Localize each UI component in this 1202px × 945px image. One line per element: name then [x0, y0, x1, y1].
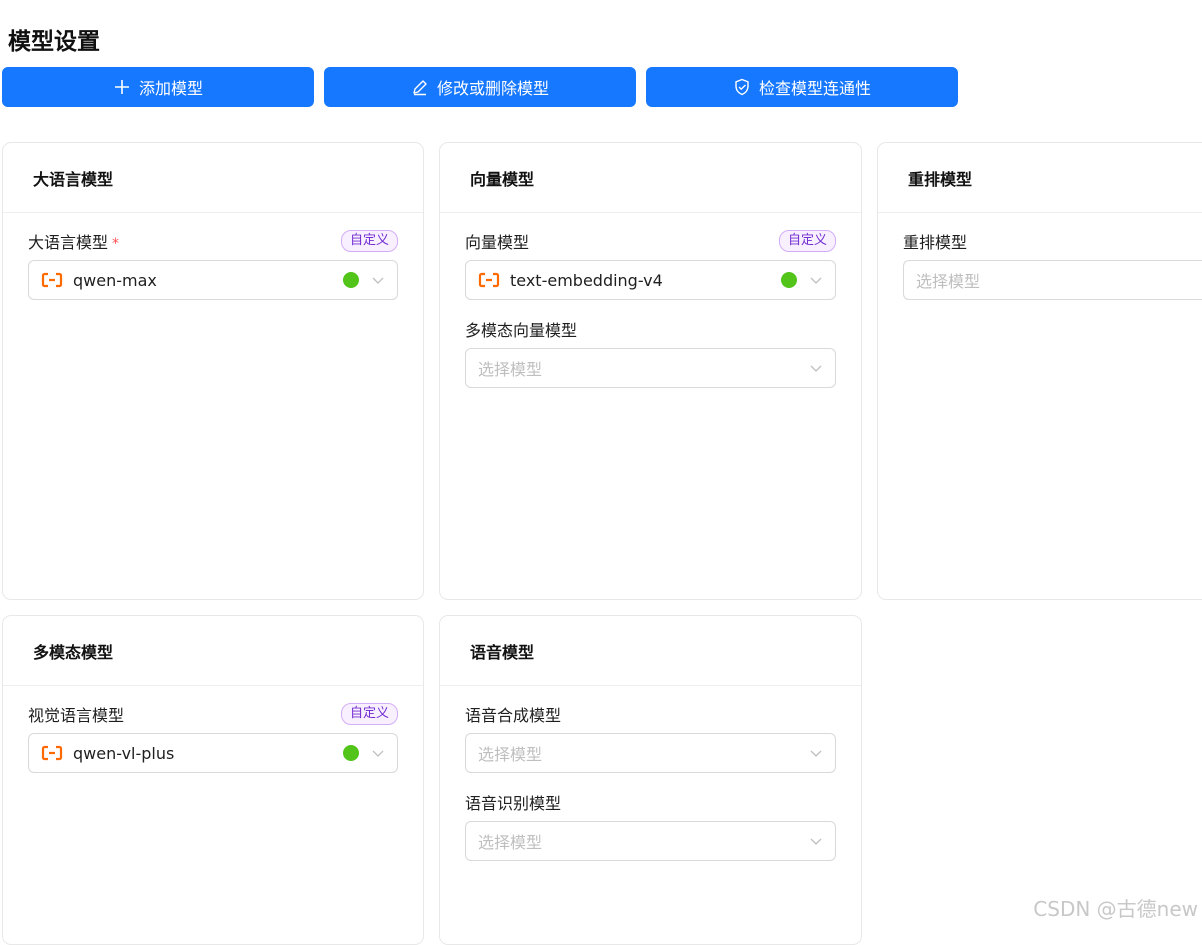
status-online-indicator [343, 272, 359, 288]
rerank-select[interactable]: 选择模型 [903, 260, 1202, 300]
chevron-down-icon [809, 746, 823, 760]
card-title: 语音模型 [440, 616, 861, 686]
aliyun-logo-icon [478, 272, 500, 288]
required-mark: * [112, 236, 120, 252]
custom-tag: 自定义 [340, 230, 398, 252]
selected-value: text-embedding-v4 [510, 270, 663, 290]
multimodal-embedding-select[interactable]: 选择模型 [465, 348, 836, 388]
embedding-select[interactable]: text-embedding-v4 [465, 260, 836, 300]
card-title: 多模态模型 [3, 616, 423, 686]
field-label: 大语言模型 * [28, 233, 120, 252]
llm-field: 大语言模型 * 自定义 qwen-max [28, 230, 398, 300]
field-label: 向量模型 [465, 233, 530, 252]
chevron-down-icon [371, 746, 385, 760]
card-title: 重排模型 [878, 143, 1202, 213]
embedding-field: 向量模型 自定义 text-embedding-v4 [465, 230, 836, 300]
chevron-down-icon [809, 273, 823, 287]
multimodal-embedding-field: 多模态向量模型 选择模型 [465, 318, 836, 388]
chevron-down-icon [809, 361, 823, 375]
plus-icon [113, 78, 131, 96]
vision-language-field: 视觉语言模型 自定义 qwen-vl-plus [28, 703, 398, 773]
rerank-field: 重排模型 选择模型 [903, 230, 1202, 300]
field-label: 多模态向量模型 [465, 321, 578, 340]
watermark: CSDN @古德new [1033, 897, 1198, 921]
aliyun-logo-icon [41, 745, 63, 761]
field-label: 视觉语言模型 [28, 706, 125, 725]
select-placeholder: 选择模型 [478, 745, 543, 764]
select-placeholder: 选择模型 [478, 360, 543, 379]
page-title: 模型设置 [8, 29, 100, 55]
card-title: 大语言模型 [3, 143, 423, 213]
edit-delete-model-button[interactable]: 修改或删除模型 [324, 67, 636, 107]
llm-select[interactable]: qwen-max [28, 260, 398, 300]
selected-value: qwen-max [73, 270, 157, 290]
vision-language-select[interactable]: qwen-vl-plus [28, 733, 398, 773]
status-online-indicator [343, 745, 359, 761]
speech-card: 语音模型 语音合成模型 选择模型 语音识别模型 选择模型 [439, 615, 862, 945]
asr-select[interactable]: 选择模型 [465, 821, 836, 861]
check-connectivity-button[interactable]: 检查模型连通性 [646, 67, 958, 107]
status-online-indicator [781, 272, 797, 288]
select-placeholder: 选择模型 [478, 833, 543, 852]
embedding-card: 向量模型 向量模型 自定义 text-embedding-v4 多模态向量模型 [439, 142, 862, 600]
chevron-down-icon [371, 273, 385, 287]
asr-field: 语音识别模型 选择模型 [465, 791, 836, 861]
card-title: 向量模型 [440, 143, 861, 213]
field-label: 语音识别模型 [465, 794, 562, 813]
chevron-down-icon [809, 834, 823, 848]
check-connectivity-label: 检查模型连通性 [758, 79, 871, 98]
add-model-button[interactable]: 添加模型 [2, 67, 314, 107]
field-label: 重排模型 [903, 233, 968, 252]
tts-field: 语音合成模型 选择模型 [465, 703, 836, 773]
rerank-card: 重排模型 重排模型 选择模型 [877, 142, 1202, 600]
selected-value: qwen-vl-plus [73, 743, 175, 763]
shield-check-icon [733, 78, 751, 96]
tts-select[interactable]: 选择模型 [465, 733, 836, 773]
aliyun-logo-icon [41, 272, 63, 288]
multimodal-card: 多模态模型 视觉语言模型 自定义 qwen-vl-plus [2, 615, 424, 945]
edit-delete-model-label: 修改或删除模型 [436, 79, 549, 98]
custom-tag: 自定义 [778, 230, 836, 252]
field-label: 语音合成模型 [465, 706, 562, 725]
pencil-icon [411, 78, 429, 96]
select-placeholder: 选择模型 [916, 272, 981, 291]
llm-card: 大语言模型 大语言模型 * 自定义 qwen-max [2, 142, 424, 600]
add-model-label: 添加模型 [138, 79, 203, 98]
custom-tag: 自定义 [340, 703, 398, 725]
toolbar: 添加模型 修改或删除模型 检查模型连通性 [2, 67, 958, 107]
